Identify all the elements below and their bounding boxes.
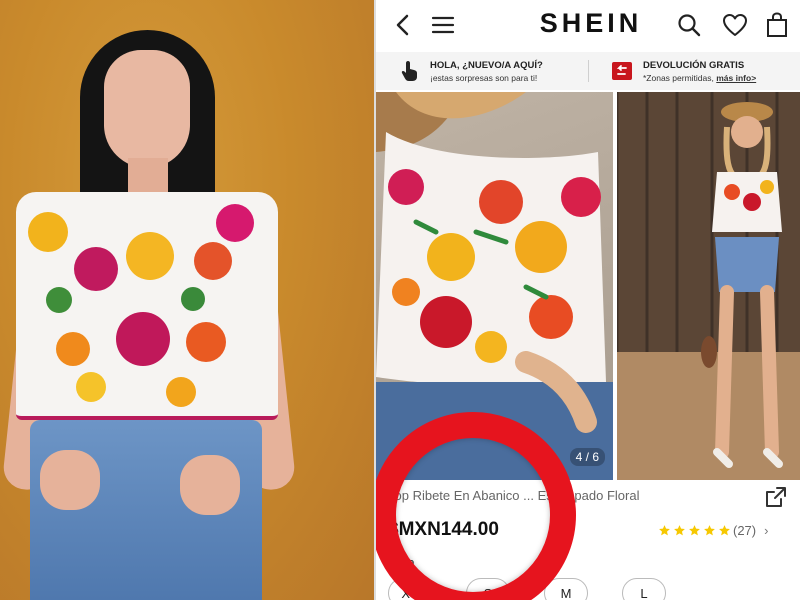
model-photo-left: [0, 0, 374, 600]
shein-logo[interactable]: SHEIN: [516, 8, 666, 39]
share-icon[interactable]: [765, 486, 787, 508]
promo-free-return-note: *Zonas permitidas,: [643, 73, 714, 83]
face: [104, 50, 190, 168]
back-chevron-icon[interactable]: [388, 10, 418, 40]
star-icon: [689, 525, 700, 536]
promo-free-return[interactable]: DEVOLUCIÓN GRATIS *Zonas permitidas, más…: [589, 52, 800, 90]
promo-new-user-title: HOLA, ¿NUEVO/A AQUÍ?: [430, 60, 543, 71]
review-count: (27): [733, 523, 757, 538]
star-icon: [704, 525, 715, 536]
promo-new-user-subtitle: ¡estas sorpresas son para ti!: [430, 73, 538, 83]
product-rating[interactable]: (27) ›: [658, 523, 768, 538]
product-image-fullbody[interactable]: [617, 92, 800, 480]
menu-icon[interactable]: [428, 10, 458, 40]
search-icon[interactable]: [674, 10, 704, 40]
star-icon: [659, 525, 670, 536]
return-box-icon: [611, 60, 633, 82]
star-icon: [674, 525, 685, 536]
heart-icon[interactable]: [720, 10, 750, 40]
promo-free-return-title: DEVOLUCIÓN GRATIS: [643, 60, 745, 71]
right-hand: [180, 455, 240, 515]
promo-banner: HOLA, ¿NUEVO/A AQUÍ? ¡estas sorpresas so…: [376, 52, 800, 90]
hand-pointer-icon: [398, 60, 420, 82]
bag-icon[interactable]: [762, 10, 792, 40]
promo-free-return-subtitle: *Zonas permitidas, más info>: [643, 73, 756, 83]
image-counter: 4 / 6: [569, 448, 605, 466]
embroidered-blouse: [16, 192, 278, 420]
chevron-right-icon: ›: [764, 523, 769, 538]
left-hand: [40, 450, 100, 510]
size-option-l[interactable]: L: [622, 578, 666, 600]
top-bar: SHEIN: [376, 0, 800, 50]
more-info-link[interactable]: más info>: [716, 73, 756, 83]
star-icon: [719, 525, 730, 536]
promo-new-user[interactable]: HOLA, ¿NUEVO/A AQUÍ? ¡estas sorpresas so…: [376, 52, 589, 90]
shein-product-page: SHEIN HOLA, ¿NUEVO/A AQUÍ? ¡estas sorpre…: [374, 0, 800, 600]
rating-stars: [658, 524, 733, 537]
